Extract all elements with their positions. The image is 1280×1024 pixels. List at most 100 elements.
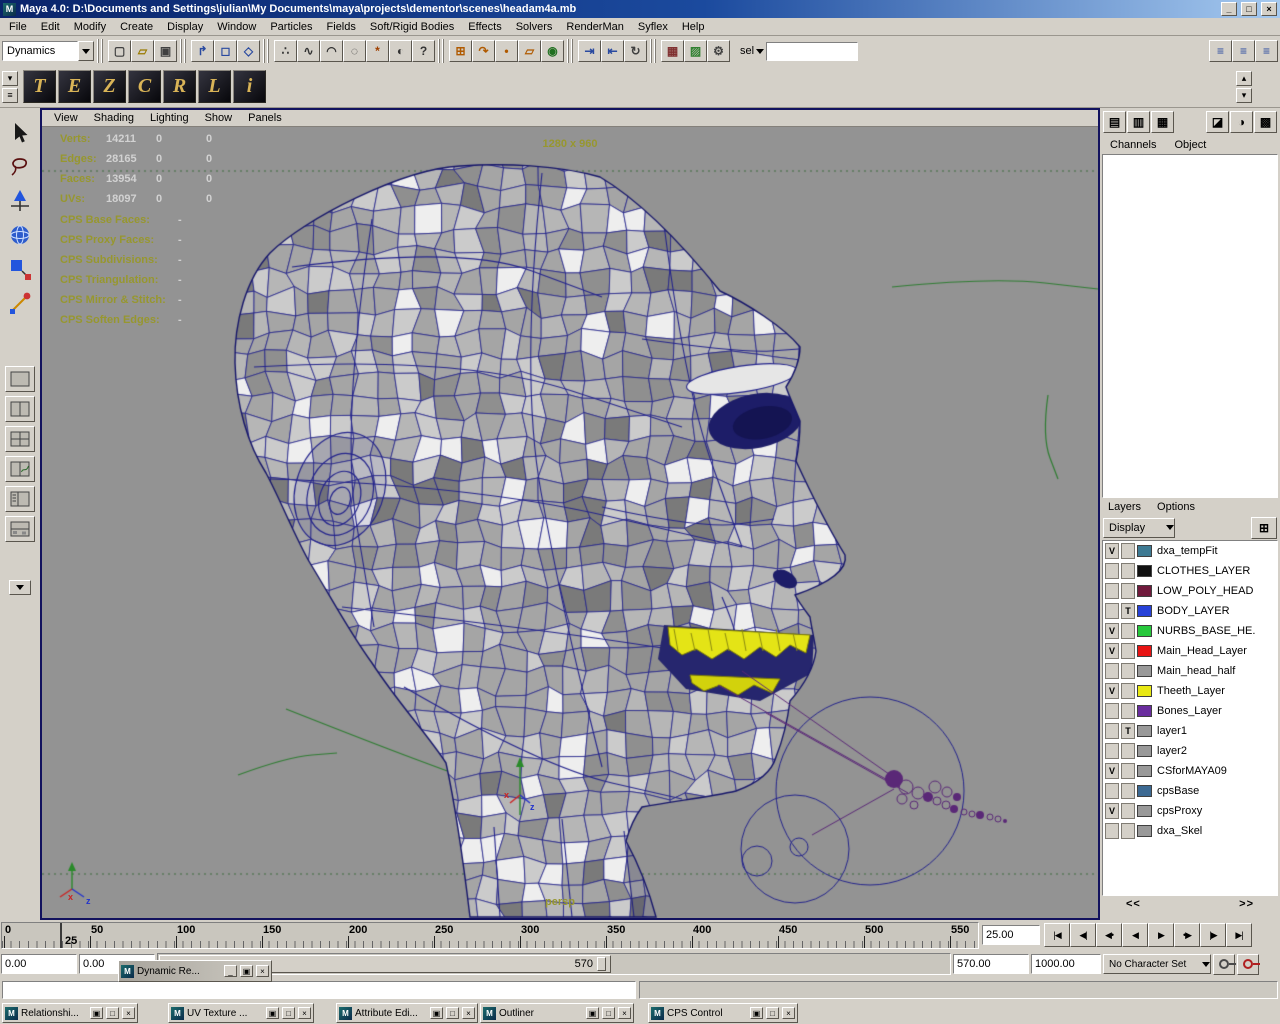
shelf-button[interactable]: L — [198, 70, 231, 103]
layer-visibility-toggle[interactable]: V — [1105, 543, 1119, 559]
viewport-menu-item[interactable]: View — [46, 111, 86, 125]
viewport-menu-item[interactable]: Lighting — [142, 111, 197, 125]
statusline-grip[interactable] — [567, 39, 575, 63]
play-backwards-button[interactable]: ◀ — [1122, 923, 1148, 947]
layout-more-button[interactable] — [9, 580, 31, 595]
layout-four-panes-button[interactable] — [5, 426, 35, 452]
shelf-button[interactable]: C — [128, 70, 161, 103]
layer-visibility-toggle[interactable] — [1105, 703, 1119, 719]
layer-color-swatch[interactable] — [1137, 665, 1152, 677]
layer-row[interactable]: Bones_Layer — [1103, 701, 1277, 721]
move-tool[interactable] — [4, 184, 36, 218]
layer-visibility-toggle[interactable]: V — [1105, 643, 1119, 659]
select-points-mask-button[interactable]: ∴ — [274, 40, 297, 62]
layer-row[interactable]: V cpsProxy — [1103, 801, 1277, 821]
layer-type-toggle[interactable] — [1121, 703, 1135, 719]
layer-type-toggle[interactable] — [1121, 783, 1135, 799]
chevron-down-icon[interactable] — [756, 49, 764, 58]
menubar-item[interactable]: Effects — [461, 19, 508, 35]
layer-visibility-toggle[interactable] — [1105, 743, 1119, 759]
layer-color-swatch[interactable] — [1137, 545, 1152, 557]
layer-visibility-toggle[interactable] — [1105, 783, 1119, 799]
layer-type-toggle[interactable] — [1121, 683, 1135, 699]
maximize-window-button[interactable]: □ — [602, 1007, 615, 1019]
layer-row[interactable]: V dxa_tempFit — [1103, 541, 1277, 561]
show-manipulator-tool[interactable] — [4, 286, 36, 320]
channel-box-tab[interactable]: Channels — [1108, 138, 1158, 152]
current-frame-marker[interactable] — [60, 923, 62, 948]
layer-color-swatch[interactable] — [1137, 605, 1152, 617]
select-dynamics-mask-button[interactable]: * — [366, 40, 389, 62]
layer-visibility-toggle[interactable] — [1105, 723, 1119, 739]
layer-row[interactable]: V Main_Head_Layer — [1103, 641, 1277, 661]
make-live-button[interactable]: ◉ — [541, 40, 564, 62]
save-scene-button[interactable]: ▣ — [154, 40, 177, 62]
maximize-button[interactable]: □ — [1241, 2, 1257, 16]
layer-type-toggle[interactable] — [1121, 583, 1135, 599]
menubar-item[interactable]: File — [2, 19, 34, 35]
shelf-menu-icon[interactable]: ≡ — [2, 88, 18, 103]
menubar-item[interactable]: Particles — [263, 19, 319, 35]
range-grip[interactable] — [597, 957, 606, 971]
viewport-menu-item[interactable]: Panels — [240, 111, 290, 125]
minimize-window-button[interactable]: _ — [224, 965, 237, 977]
menubar-item[interactable]: Modify — [67, 19, 113, 35]
layer-visibility-toggle[interactable] — [1105, 603, 1119, 619]
select-deformations-mask-button[interactable]: ◌ — [343, 40, 366, 62]
snap-to-grids-button[interactable]: ⊞ — [449, 40, 472, 62]
layer-type-toggle[interactable]: T — [1121, 723, 1135, 739]
layer-name[interactable]: Bones_Layer — [1157, 705, 1222, 717]
ipr-render-button[interactable]: ▨ — [684, 40, 707, 62]
maximize-window-button[interactable]: □ — [106, 1007, 119, 1019]
select-by-object-button[interactable]: ◻ — [214, 40, 237, 62]
layer-name[interactable]: layer1 — [1157, 725, 1187, 737]
character-set-dropdown[interactable]: No Character Set — [1103, 954, 1211, 974]
channel-box-list[interactable] — [1102, 154, 1278, 498]
restore-window-button[interactable]: ▣ — [750, 1007, 763, 1019]
layer-row[interactable]: T layer1 — [1103, 721, 1277, 741]
menubar-item[interactable]: Fields — [320, 19, 363, 35]
input-connections-button[interactable]: ⇥ — [578, 40, 601, 62]
close-window-button[interactable]: × — [122, 1007, 135, 1019]
layer-color-swatch[interactable] — [1137, 565, 1152, 577]
layer-type-toggle[interactable] — [1121, 763, 1135, 779]
layer-type-toggle[interactable]: T — [1121, 603, 1135, 619]
layer-type-toggle[interactable] — [1121, 543, 1135, 559]
paint-select-icon[interactable]: ◪ — [1206, 111, 1229, 133]
layer-name[interactable]: LOW_POLY_HEAD — [1157, 585, 1253, 597]
animation-start-field[interactable] — [1, 954, 77, 974]
layer-type-toggle[interactable] — [1121, 563, 1135, 579]
minimized-window[interactable]: M Relationshi... ▣ □ × — [2, 1003, 138, 1023]
shelf-scroll-down-icon[interactable]: ▾ — [1236, 88, 1252, 103]
selection-mask-label[interactable]: sel — [740, 45, 754, 57]
layer-name[interactable]: cpsProxy — [1157, 805, 1202, 817]
restore-window-button[interactable]: ▣ — [430, 1007, 443, 1019]
range-track[interactable]: 570 — [157, 953, 951, 975]
layer-visibility-toggle[interactable] — [1105, 823, 1119, 839]
contrast-icon[interactable]: ◑ — [1230, 111, 1253, 133]
auto-keyframe-button[interactable] — [1237, 954, 1259, 975]
select-by-hierarchy-button[interactable]: ↱ — [191, 40, 214, 62]
layout-persp-outliner-button[interactable] — [5, 486, 35, 512]
channel-box-tab[interactable]: Object — [1172, 138, 1208, 152]
minimized-window[interactable]: M Attribute Edi... ▣ □ × — [336, 1003, 478, 1023]
render-globals-button[interactable]: ⚙ — [707, 40, 730, 62]
shelf-button[interactable]: i — [233, 70, 266, 103]
snap-to-planes-button[interactable]: ▱ — [518, 40, 541, 62]
minimized-window[interactable]: M UV Texture ... ▣ □ × — [168, 1003, 314, 1023]
layer-visibility-toggle[interactable] — [1105, 663, 1119, 679]
command-input[interactable] — [2, 981, 636, 999]
restore-window-button[interactable]: ▣ — [90, 1007, 103, 1019]
layer-visibility-toggle[interactable]: V — [1105, 623, 1119, 639]
layout-hypergraph-button[interactable] — [5, 516, 35, 542]
layer-display-mode-dropdown[interactable]: Display — [1103, 518, 1175, 538]
viewport-menu-item[interactable]: Show — [197, 111, 241, 125]
toggle-ui-elements-2-icon[interactable]: ≡ — [1232, 40, 1255, 62]
layer-color-swatch[interactable] — [1137, 785, 1152, 797]
layer-color-swatch[interactable] — [1137, 705, 1152, 717]
close-window-button[interactable]: × — [462, 1007, 475, 1019]
layer-type-toggle[interactable] — [1121, 643, 1135, 659]
select-rendering-mask-button[interactable]: ◐ — [389, 40, 412, 62]
close-button[interactable]: × — [1261, 2, 1277, 16]
step-forward-frame-button[interactable]: |▶ — [1200, 923, 1226, 947]
